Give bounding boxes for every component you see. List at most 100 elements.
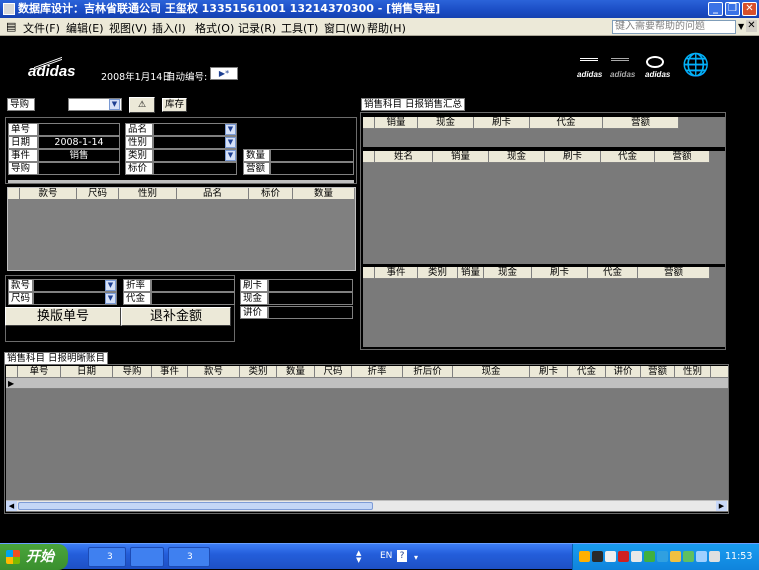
bargain-field[interactable]: [268, 306, 353, 319]
col-cash-3: 现金: [484, 267, 532, 278]
menu-help[interactable]: 帮助(H): [367, 20, 406, 36]
menu-edit[interactable]: 编辑(E): [66, 20, 104, 36]
auto-number-field[interactable]: ▶*: [210, 67, 238, 80]
help-icon[interactable]: ?: [397, 550, 407, 562]
minimize-button[interactable]: _: [708, 2, 723, 16]
cash-field[interactable]: [268, 292, 353, 305]
date-field[interactable]: 2008-1-14: [38, 136, 120, 149]
discount-label: 折率: [123, 279, 151, 292]
col-price: 标价: [249, 188, 293, 199]
ime-icon[interactable]: [605, 551, 616, 562]
qty-field[interactable]: [270, 149, 354, 162]
change-order-button[interactable]: 换版单号: [5, 307, 121, 326]
close-button[interactable]: ✕: [742, 2, 757, 16]
col-revenue-3: 营额: [638, 267, 710, 278]
summary-grid-2-header: 姓名 销量 现金 刷卡 代金 营额: [363, 151, 710, 163]
menu-window[interactable]: 窗口(W): [324, 20, 365, 36]
guide-field[interactable]: [38, 162, 120, 175]
taskbar: 开始 3 3 ▲ ▼ EN ? ▾ 11:53: [0, 543, 759, 570]
cash-label: 现金: [240, 292, 268, 305]
voucher-field[interactable]: [151, 292, 235, 305]
chevron-down-icon[interactable]: ▼: [225, 137, 236, 148]
table-row[interactable]: ▶: [6, 378, 728, 389]
chevron-down-icon[interactable]: ▼: [109, 99, 120, 110]
col-event-d: 事件: [152, 366, 188, 377]
menu-records[interactable]: 记录(R): [238, 20, 276, 36]
menu-file[interactable]: 文件(F): [23, 20, 60, 36]
col-guide: 导购: [113, 366, 152, 377]
summary-grid-1-header: 销量 现金 刷卡 代金 营额: [363, 117, 679, 129]
tab-daily-summary[interactable]: 销售科目 日报销售汇总: [361, 98, 466, 111]
refund-amount-button[interactable]: 退补金额: [121, 307, 231, 326]
chevron-down-icon[interactable]: ▼: [225, 150, 236, 161]
start-button[interactable]: 开始: [0, 544, 68, 570]
menu-close-button[interactable]: ✕: [746, 20, 757, 32]
update-icon[interactable]: [644, 551, 655, 562]
filter-button[interactable]: ⚠: [129, 97, 155, 113]
col-event: 事件: [375, 267, 418, 278]
detail-grid-header: 单号 日期 导购 事件 款号 类别 数量 尺码 折率 折后价 现金 刷卡 代金 …: [6, 366, 728, 378]
summary-grid-events[interactable]: [363, 267, 725, 347]
card-field[interactable]: [268, 279, 353, 292]
revenue-field[interactable]: [270, 162, 354, 175]
product-label: 品名: [125, 123, 153, 136]
network-icon[interactable]: [631, 551, 642, 562]
scroll-thumb[interactable]: [18, 502, 373, 510]
col-gender-d: 性别: [675, 366, 711, 377]
qty-label: 数量: [243, 149, 270, 162]
scroll-left-icon[interactable]: ◀: [6, 501, 17, 511]
stock-button[interactable]: 库存: [162, 98, 187, 112]
menu-format[interactable]: 格式(O): [195, 20, 234, 36]
menu-insert[interactable]: 插入(I): [152, 20, 186, 36]
event-field[interactable]: 销售: [38, 149, 120, 162]
windows-logo-icon: [6, 550, 20, 564]
drive-icon[interactable]: [683, 551, 694, 562]
usb-icon[interactable]: [696, 551, 707, 562]
chevron-down-icon[interactable]: ▼: [225, 124, 236, 135]
task-button-1[interactable]: 3: [88, 547, 126, 567]
task-button-2[interactable]: [130, 547, 164, 567]
scroll-tasks-icon[interactable]: ▲ ▼: [356, 550, 364, 564]
col-sales-qty-3: 销量: [458, 267, 484, 278]
bargain-label: 讲价: [240, 306, 268, 319]
col-order-no: 单号: [18, 366, 61, 377]
tray-app-icon[interactable]: [579, 551, 590, 562]
col-revenue-2: 营额: [655, 151, 710, 162]
qq-icon[interactable]: [592, 551, 603, 562]
gender-label: 性别: [125, 136, 153, 149]
ime-toggle-icon[interactable]: ▾: [414, 553, 418, 562]
col-bargain-d: 讲价: [606, 366, 641, 377]
summary-grid-staff[interactable]: [363, 151, 725, 264]
card-label: 刷卡: [240, 279, 268, 292]
price-field[interactable]: [153, 162, 237, 175]
volume-icon[interactable]: [709, 551, 720, 562]
clock: 11:53: [725, 551, 753, 562]
chevron-down-icon[interactable]: ▼: [105, 280, 116, 291]
menu-icon[interactable]: ▤: [6, 20, 16, 33]
order-no-field[interactable]: [38, 123, 120, 136]
category-label: 类别: [125, 149, 153, 162]
adidas-logo-2: adidas: [610, 70, 636, 79]
antivirus-icon[interactable]: [618, 551, 629, 562]
language-indicator[interactable]: EN: [380, 551, 392, 561]
help-search-input[interactable]: 键入需要帮助的问题: [612, 20, 736, 34]
task-button-3[interactable]: 3: [168, 547, 210, 567]
col-discounted-price: 折后价: [403, 366, 453, 377]
security-icon[interactable]: [657, 551, 668, 562]
voucher-label: 代金: [123, 292, 151, 305]
col-revenue: 营额: [603, 117, 679, 128]
messenger-icon[interactable]: [670, 551, 681, 562]
chevron-down-icon[interactable]: ▼: [105, 293, 116, 304]
scroll-right-icon[interactable]: ▶: [716, 501, 727, 511]
stripes-icon: [611, 58, 629, 68]
restore-button[interactable]: ❐: [725, 2, 740, 16]
discount-field[interactable]: [151, 279, 235, 292]
col-voucher: 代金: [530, 117, 603, 128]
menu-tools[interactable]: 工具(T): [281, 20, 318, 36]
horizontal-scrollbar[interactable]: ◀ ▶: [6, 500, 728, 511]
menu-view[interactable]: 视图(V): [109, 20, 147, 36]
adidas-logo-3: adidas: [645, 70, 671, 79]
chevron-down-icon[interactable]: ▼: [738, 22, 744, 31]
price-label: 标价: [125, 162, 153, 175]
col-style-no: 款号: [20, 188, 77, 199]
